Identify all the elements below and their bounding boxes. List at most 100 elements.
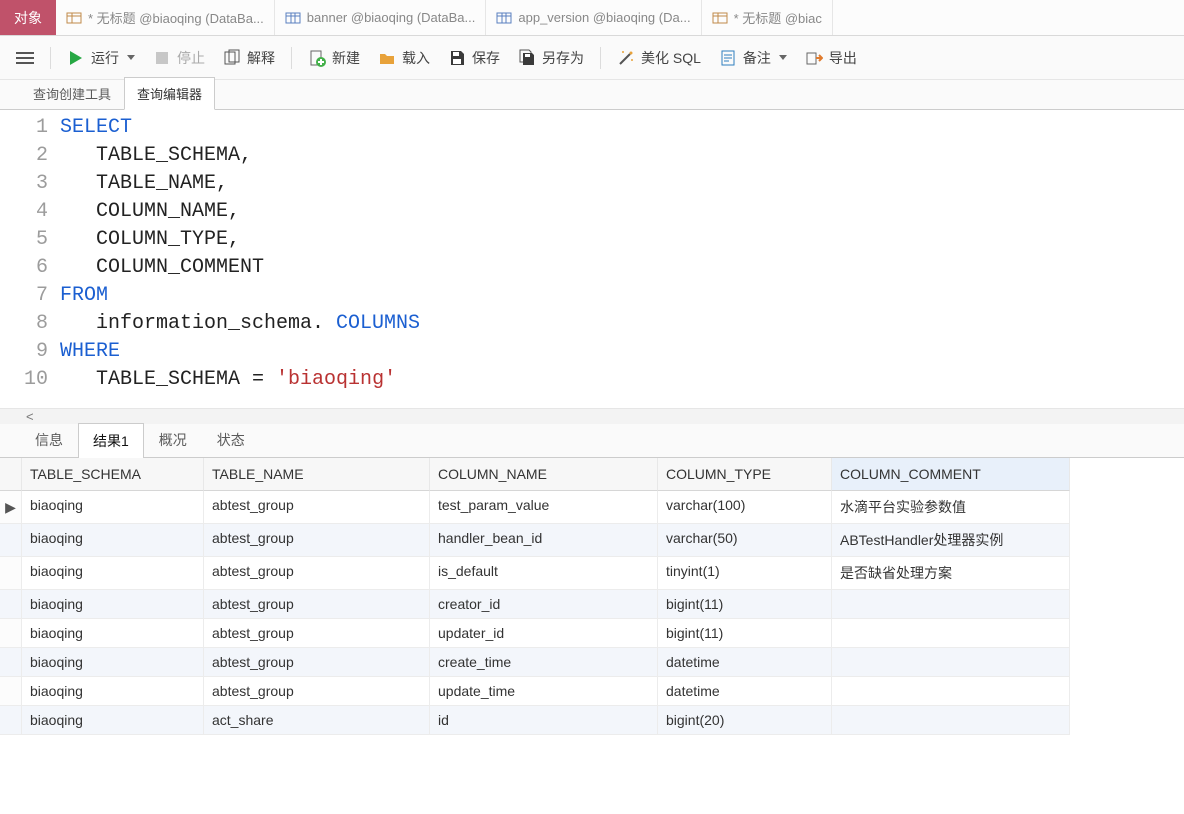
stop-button[interactable]: 停止	[147, 44, 211, 72]
new-label: 新建	[332, 48, 360, 68]
export-button[interactable]: 导出	[799, 44, 863, 72]
grid-cell[interactable]: biaoqing	[22, 648, 204, 677]
grid-cell[interactable]	[832, 677, 1070, 706]
grid-cell[interactable]: abtest_group	[204, 491, 430, 524]
column-header[interactable]: COLUMN_COMMENT	[832, 458, 1070, 491]
save-button[interactable]: 保存	[442, 44, 506, 72]
row-marker[interactable]	[0, 590, 22, 619]
tab-result1-label: 结果1	[93, 433, 129, 449]
grid-cell[interactable]	[832, 706, 1070, 735]
grid-cell[interactable]: abtest_group	[204, 619, 430, 648]
menu-button[interactable]	[10, 46, 40, 70]
grid-cell[interactable]: abtest_group	[204, 677, 430, 706]
grid-cell[interactable]: abtest_group	[204, 648, 430, 677]
stop-label: 停止	[177, 48, 205, 68]
grid-cell[interactable]: bigint(11)	[658, 619, 832, 648]
saveas-icon	[518, 49, 536, 67]
grid-cell[interactable]: handler_bean_id	[430, 524, 658, 557]
grid-cell[interactable]: act_share	[204, 706, 430, 735]
grid-cell[interactable]: biaoqing	[22, 706, 204, 735]
grid-cell[interactable]: id	[430, 706, 658, 735]
explain-button[interactable]: 解释	[217, 44, 281, 72]
row-marker[interactable]: ▶	[0, 491, 22, 524]
toolbar: 运行 停止 解释 新建 载入 保存 另存为	[0, 36, 1184, 80]
grid-cell[interactable]: ABTestHandler处理器实例	[832, 524, 1070, 557]
notes-label: 备注	[743, 48, 771, 68]
row-marker[interactable]	[0, 648, 22, 677]
grid-cell[interactable]: bigint(20)	[658, 706, 832, 735]
grid-cell[interactable]: 是否缺省处理方案	[832, 557, 1070, 590]
column-header[interactable]: TABLE_SCHEMA	[22, 458, 204, 491]
grid-cell[interactable]: abtest_group	[204, 524, 430, 557]
tab-profile[interactable]: 概况	[144, 422, 202, 457]
sql-editor[interactable]: 12345678910 SELECT TABLE_SCHEMA, TABLE_N…	[0, 110, 1184, 408]
grid-cell[interactable]	[832, 619, 1070, 648]
export-label: 导出	[829, 48, 857, 68]
tab-objects[interactable]: 对象	[0, 0, 56, 35]
chevron-down-icon	[779, 55, 787, 60]
result-tabs: 信息 结果1 概况 状态	[0, 424, 1184, 458]
grid-cell[interactable]: biaoqing	[22, 491, 204, 524]
column-header[interactable]: COLUMN_TYPE	[658, 458, 832, 491]
grid-cell[interactable]: updater_id	[430, 619, 658, 648]
tab-status-label: 状态	[217, 432, 245, 448]
wand-icon	[617, 49, 635, 67]
new-button[interactable]: 新建	[302, 44, 366, 72]
grid-cell[interactable]: biaoqing	[22, 590, 204, 619]
grid-cell[interactable]: biaoqing	[22, 677, 204, 706]
grid-cell[interactable]: biaoqing	[22, 524, 204, 557]
row-marker[interactable]	[0, 677, 22, 706]
grid-cell[interactable]	[832, 590, 1070, 619]
grid-cell[interactable]: update_time	[430, 677, 658, 706]
column-header[interactable]: TABLE_NAME	[204, 458, 430, 491]
run-button[interactable]: 运行	[61, 44, 141, 72]
grid-cell[interactable]: varchar(50)	[658, 524, 832, 557]
export-icon	[805, 49, 823, 67]
tab-result1[interactable]: 结果1	[78, 423, 144, 458]
beautify-button[interactable]: 美化 SQL	[611, 44, 707, 72]
grid-cell[interactable]: create_time	[430, 648, 658, 677]
tab-info[interactable]: 信息	[20, 422, 78, 457]
separator	[291, 47, 292, 69]
top-tab-strip: 对象 * 无标题 @biaoqing (DataBa... banner @bi…	[0, 0, 1184, 36]
save-label: 保存	[472, 48, 500, 68]
tab-status[interactable]: 状态	[202, 422, 260, 457]
grid-cell[interactable]: abtest_group	[204, 557, 430, 590]
top-tab-3[interactable]: app_version @biaoqing (Da...	[486, 0, 701, 35]
top-tab-2[interactable]: banner @biaoqing (DataBa...	[275, 0, 487, 35]
top-tab-1[interactable]: * 无标题 @biaoqing (DataBa...	[56, 0, 275, 35]
tab-query-builder-label: 查询创建工具	[33, 87, 111, 102]
results-grid[interactable]: TABLE_SCHEMATABLE_NAMECOLUMN_NAMECOLUMN_…	[0, 458, 1184, 735]
top-tab-3-label: app_version @biaoqing (Da...	[518, 10, 690, 25]
grid-cell[interactable]: tinyint(1)	[658, 557, 832, 590]
saveas-button[interactable]: 另存为	[512, 44, 590, 72]
top-tab-4-label: * 无标题 @biac	[734, 8, 822, 27]
tab-info-label: 信息	[35, 432, 63, 448]
sql-code[interactable]: SELECT TABLE_SCHEMA, TABLE_NAME, COLUMN_…	[60, 110, 420, 408]
tab-query-editor[interactable]: 查询编辑器	[124, 77, 215, 110]
row-marker[interactable]	[0, 706, 22, 735]
column-header[interactable]: COLUMN_NAME	[430, 458, 658, 491]
grid-cell[interactable]	[832, 648, 1070, 677]
grid-cell[interactable]: biaoqing	[22, 557, 204, 590]
grid-cell[interactable]: 水滴平台实验参数值	[832, 491, 1070, 524]
load-button[interactable]: 载入	[372, 44, 436, 72]
beautify-label: 美化 SQL	[641, 48, 701, 68]
grid-cell[interactable]: datetime	[658, 677, 832, 706]
grid-cell[interactable]: biaoqing	[22, 619, 204, 648]
row-marker[interactable]	[0, 524, 22, 557]
top-tab-4[interactable]: * 无标题 @biac	[702, 0, 833, 35]
grid-cell[interactable]: test_param_value	[430, 491, 658, 524]
row-marker[interactable]	[0, 557, 22, 590]
tab-objects-label: 对象	[14, 8, 42, 28]
grid-cell[interactable]: varchar(100)	[658, 491, 832, 524]
tab-query-builder[interactable]: 查询创建工具	[20, 77, 124, 109]
grid-cell[interactable]: creator_id	[430, 590, 658, 619]
grid-cell[interactable]: bigint(11)	[658, 590, 832, 619]
grid-cell[interactable]: datetime	[658, 648, 832, 677]
notes-button[interactable]: 备注	[713, 44, 793, 72]
grid-cell[interactable]: abtest_group	[204, 590, 430, 619]
top-tab-2-label: banner @biaoqing (DataBa...	[307, 10, 476, 25]
grid-cell[interactable]: is_default	[430, 557, 658, 590]
row-marker[interactable]	[0, 619, 22, 648]
